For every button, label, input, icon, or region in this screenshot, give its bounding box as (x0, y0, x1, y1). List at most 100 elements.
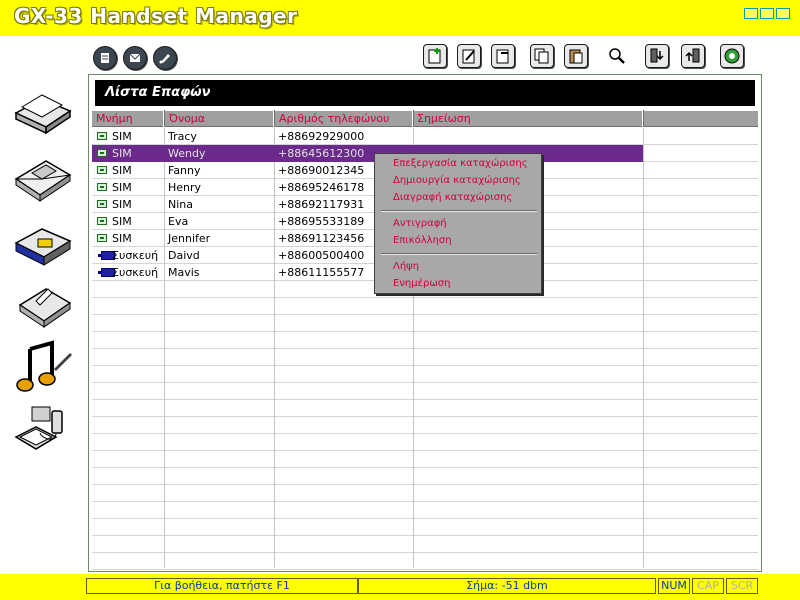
cell-name: Mavis (168, 266, 200, 279)
column-header-name[interactable]: Όνομα (169, 111, 205, 126)
table-row[interactable]: SIM Tracy +88692929000 (92, 128, 643, 145)
cell-name: Nina (168, 198, 193, 211)
cell-memory: SIM (112, 198, 132, 211)
sidebar-messages[interactable] (10, 150, 76, 208)
grid-row-line (92, 484, 758, 485)
phonebook-icon[interactable] (93, 46, 117, 70)
cell-name: Daivd (168, 249, 200, 262)
sidebar-ringtones[interactable] (10, 340, 76, 398)
table-row[interactable]: SIM Henry +88695246178 (92, 179, 643, 196)
menu-separator (381, 253, 537, 255)
note-icon[interactable] (153, 46, 177, 70)
messages-icon[interactable] (123, 46, 147, 70)
list-title: Λίστα Επαφών (105, 85, 211, 100)
status-help: Για βοήθεια, πατήστε F1 (86, 578, 358, 594)
grid-row-line (92, 467, 758, 468)
menu-edit-entry[interactable]: Επεξεργασία καταχώρισης (393, 158, 528, 169)
grid-row-line (92, 450, 758, 451)
cell-phone: +88645612300 (278, 147, 365, 160)
menu-update[interactable]: Ενημέρωση (393, 278, 450, 289)
memo-icon (12, 275, 74, 335)
app-title: GX-33 Handset Manager (14, 4, 298, 28)
menu-copy[interactable]: Αντιγραφή (393, 218, 447, 229)
grid-row-line (92, 501, 758, 502)
cell-phone: +88600500400 (278, 249, 365, 262)
cell-phone: +88695533189 (278, 215, 365, 228)
cell-phone: +88611155577 (278, 266, 365, 279)
cell-phone: +88690012345 (278, 164, 365, 177)
grid-row-line (92, 416, 758, 417)
grid-row-line (92, 433, 758, 434)
grid-row-line (92, 569, 758, 570)
status-cap: CAP (692, 578, 724, 594)
table-row[interactable]: SIM Eva +88695533189 (92, 213, 643, 230)
column-header-memory[interactable]: Μνήμη (96, 111, 133, 126)
sidebar-memo[interactable] (10, 276, 76, 334)
column-header-phone[interactable]: Αριθμός τηλεφώνου (279, 111, 389, 126)
upload-phone-icon[interactable] (681, 44, 705, 68)
column-separator[interactable] (273, 110, 275, 127)
menu-separator (381, 210, 537, 212)
cell-name: Jennifer (168, 232, 211, 245)
grid-row-line (92, 382, 758, 383)
sidebar-connection[interactable] (10, 404, 76, 462)
table-row[interactable]: SIM Nina +88692117931 (92, 196, 643, 213)
music-note-icon (12, 339, 74, 399)
menu-delete-entry[interactable]: Διαγραφή καταχώρισης (393, 192, 512, 203)
grid-column-line (643, 128, 644, 568)
cell-phone: +88692117931 (278, 198, 365, 211)
cell-memory: Συσκευή (112, 266, 159, 279)
status-scr: SCR (726, 578, 758, 594)
column-separator[interactable] (642, 110, 644, 127)
grid-row-line (92, 552, 758, 553)
download-phone-icon[interactable] (645, 44, 669, 68)
cell-name: Henry (168, 181, 202, 194)
table-row[interactable]: SIM Jennifer +88691123456 (92, 230, 643, 247)
cell-phone: +88695246178 (278, 181, 365, 194)
maximize-button[interactable] (760, 8, 774, 19)
cell-phone: +88691123456 (278, 232, 365, 245)
envelope-icon (12, 149, 74, 209)
search-icon[interactable] (605, 44, 629, 68)
table-row[interactable]: Συσκευή Mavis +88611155577 (92, 264, 643, 281)
close-button[interactable] (776, 8, 790, 19)
cell-memory: SIM (112, 232, 132, 245)
cell-name: Fanny (168, 164, 201, 177)
paste-icon[interactable] (564, 44, 588, 68)
cell-name: Wendy (168, 147, 206, 160)
sidebar-phonebook[interactable] (10, 82, 76, 140)
table-row[interactable]: SIM Fanny +88690012345 (92, 162, 643, 179)
cell-phone: +88692929000 (278, 130, 365, 143)
column-separator[interactable] (412, 110, 414, 127)
phone-pc-connection-icon (12, 403, 74, 463)
cell-memory: SIM (112, 130, 132, 143)
grid-row-line (92, 518, 758, 519)
sync-icon[interactable] (720, 44, 744, 68)
menu-create-entry[interactable]: Δημιουργία καταχώρισης (393, 175, 521, 186)
phonebook-book-icon (12, 81, 74, 141)
cell-name: Eva (168, 215, 189, 228)
data-folder-icon (12, 215, 74, 275)
cell-memory: SIM (112, 164, 132, 177)
column-separator[interactable] (163, 110, 165, 127)
cell-memory: Συσκευή (112, 249, 159, 262)
grid-row-line (92, 314, 758, 315)
context-menu: Επεξεργασία καταχώρισης Δημιουργία καταχ… (374, 153, 542, 294)
copy-icon[interactable] (530, 44, 554, 68)
minimize-button[interactable] (744, 8, 758, 19)
table-row[interactable]: SIM Wendy +88645612300 (92, 145, 643, 162)
grid-row-line (92, 297, 758, 298)
cell-memory: SIM (112, 181, 132, 194)
status-num: NUM (658, 578, 690, 594)
delete-entry-icon[interactable] (491, 44, 515, 68)
edit-entry-icon[interactable] (457, 44, 481, 68)
menu-download[interactable]: Λήψη (393, 261, 419, 272)
cell-memory: SIM (112, 147, 132, 160)
sidebar-data[interactable] (10, 216, 76, 274)
menu-paste[interactable]: Επικόλληση (393, 235, 452, 246)
table-row[interactable]: Συσκευή Daivd +88600500400 (92, 247, 643, 264)
column-header-note[interactable]: Σημείωση (417, 111, 471, 126)
grid-row-line (92, 331, 758, 332)
new-entry-icon[interactable] (423, 44, 447, 68)
cell-memory: SIM (112, 215, 132, 228)
